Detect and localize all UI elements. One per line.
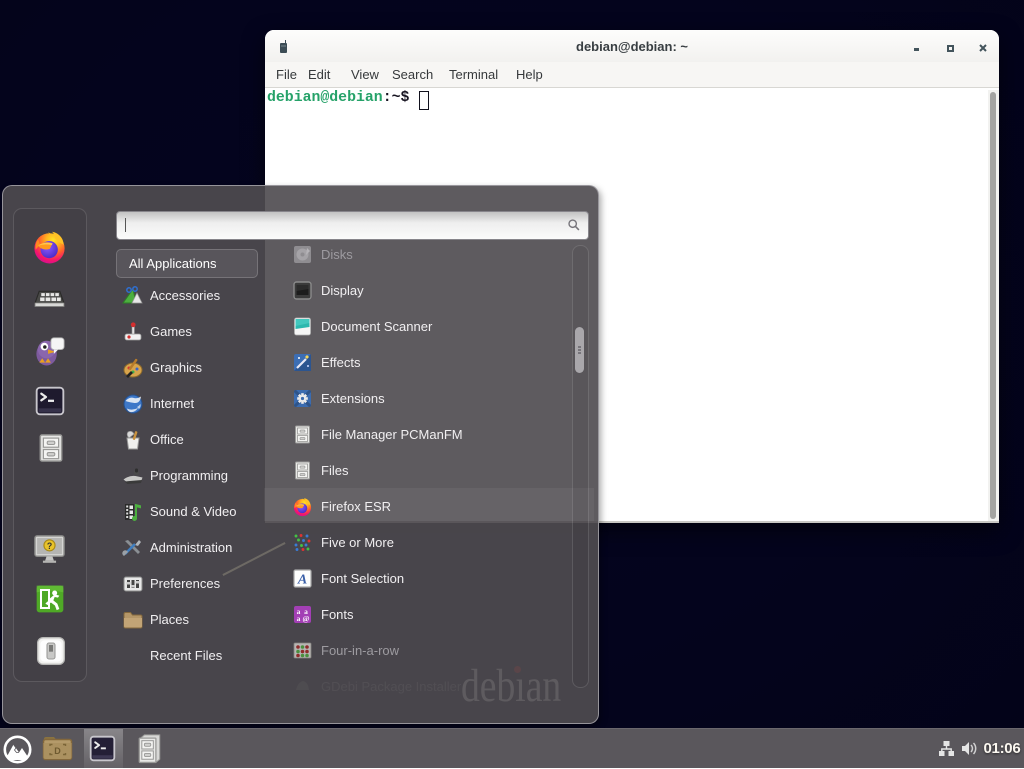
- svg-text:A: A: [297, 573, 307, 588]
- svg-text:a: a: [297, 614, 301, 623]
- svg-text:D: D: [54, 746, 61, 756]
- svg-text:?: ?: [47, 541, 52, 551]
- svg-text:@: @: [303, 614, 310, 623]
